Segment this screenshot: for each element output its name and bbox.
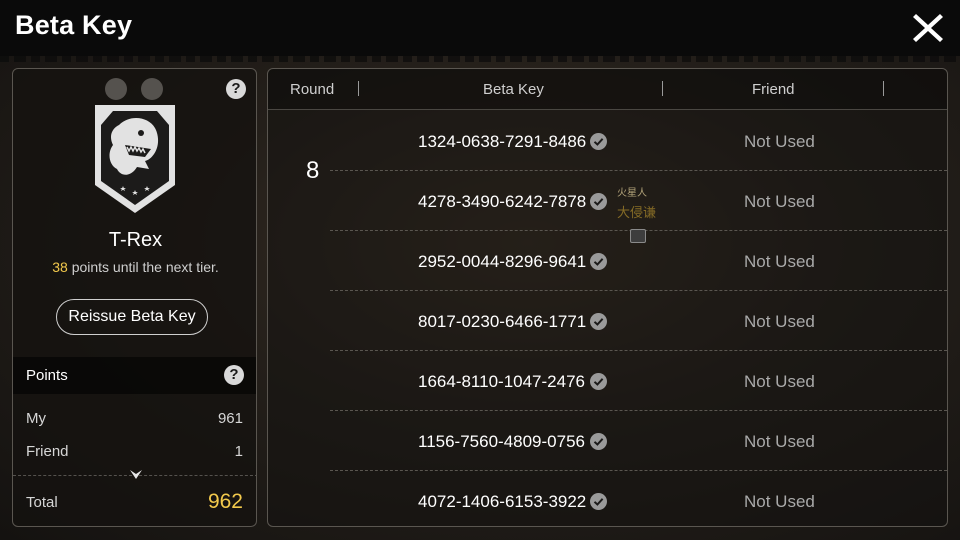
column-header-round: Round bbox=[290, 81, 335, 98]
check-circle-icon bbox=[590, 433, 607, 450]
check-circle-icon bbox=[590, 253, 607, 270]
close-icon bbox=[913, 14, 943, 42]
table-row: 4278-3490-6242-7878 Not Used bbox=[268, 171, 947, 231]
friend-points-value: 1 bbox=[234, 443, 243, 460]
column-divider bbox=[358, 81, 359, 96]
check-circle-icon bbox=[590, 373, 607, 390]
beta-key-code[interactable]: 1664-8110-1047-2476 bbox=[418, 372, 585, 392]
points-header: Points ? bbox=[13, 357, 256, 394]
column-header-friend: Friend bbox=[752, 81, 795, 98]
table-row: 1664-8110-1047-2476 Not Used bbox=[268, 351, 947, 411]
points-needed-suffix: points until the next tier. bbox=[71, 259, 219, 275]
table-row: 8017-0230-6466-1771 Not Used bbox=[268, 291, 947, 351]
check-circle-icon bbox=[590, 133, 607, 150]
total-points-value: 962 bbox=[207, 490, 243, 513]
background-chat-icon bbox=[630, 229, 646, 243]
friend-status: Not Used bbox=[744, 372, 815, 391]
friend-status: Not Used bbox=[744, 132, 815, 151]
reissue-beta-key-button[interactable]: Reissue Beta Key bbox=[56, 299, 208, 335]
tier-name: T-Rex bbox=[108, 229, 163, 251]
beta-key-code[interactable]: 8017-0230-6466-1771 bbox=[418, 312, 586, 332]
friend-status: Not Used bbox=[744, 312, 815, 331]
table-row: 4072-1406-6153-3922 Not Used bbox=[268, 471, 947, 526]
column-divider bbox=[883, 81, 884, 96]
friend-status: Not Used bbox=[744, 432, 815, 451]
table-header: Round Beta Key Friend bbox=[268, 69, 947, 110]
points-needed: 38 bbox=[52, 259, 68, 275]
t-rex-tier-emblem-icon bbox=[95, 105, 175, 213]
check-circle-icon bbox=[590, 313, 607, 330]
beta-key-code[interactable]: 1156-7560-4809-0756 bbox=[418, 432, 585, 452]
friend-status: Not Used bbox=[744, 492, 815, 511]
friend-status: Not Used bbox=[744, 192, 815, 211]
friend-status: Not Used bbox=[744, 252, 815, 271]
check-circle-icon bbox=[590, 493, 607, 510]
table-row: 2952-0044-8296-9641 Not Used bbox=[268, 231, 947, 291]
beta-key-code[interactable]: 4278-3490-6242-7878 bbox=[418, 192, 586, 212]
points-help-icon[interactable]: ? bbox=[224, 365, 244, 385]
table-row: 1324-0638-7291-8486 Not Used bbox=[268, 111, 947, 171]
page-title: Beta Key bbox=[15, 10, 133, 40]
my-points-label: My bbox=[26, 410, 46, 427]
chevron-down-icon[interactable] bbox=[129, 469, 143, 481]
table-row: 1156-7560-4809-0756 Not Used bbox=[268, 411, 947, 471]
indicator-dot bbox=[105, 78, 127, 100]
column-divider bbox=[662, 81, 663, 96]
background-player-title: 大侵谦 bbox=[617, 205, 657, 220]
indicator-dot bbox=[141, 78, 163, 100]
close-button[interactable] bbox=[908, 8, 948, 48]
tier-panel: ? T-Rex 38 points until the next tier. R… bbox=[12, 68, 257, 527]
beta-key-code[interactable]: 4072-1406-6153-3922 bbox=[418, 492, 586, 512]
points-header-label: Points bbox=[26, 367, 68, 384]
beta-key-table: Round Beta Key Friend 8 1324-0638-7291-8… bbox=[267, 68, 948, 527]
tier-progress-text: 38 points until the next tier. bbox=[13, 259, 256, 275]
beta-key-code[interactable]: 1324-0638-7291-8486 bbox=[418, 132, 586, 152]
top-bar: Beta Key bbox=[0, 0, 960, 62]
background-player-name: 火星人 bbox=[617, 188, 647, 199]
beta-key-code[interactable]: 2952-0044-8296-9641 bbox=[418, 252, 586, 272]
column-header-beta-key: Beta Key bbox=[483, 81, 544, 98]
help-icon[interactable]: ? bbox=[226, 79, 246, 99]
my-points-value: 961 bbox=[217, 410, 243, 427]
total-points-label: Total bbox=[26, 494, 58, 511]
friend-points-label: Friend bbox=[26, 443, 69, 460]
check-circle-icon bbox=[590, 193, 607, 210]
